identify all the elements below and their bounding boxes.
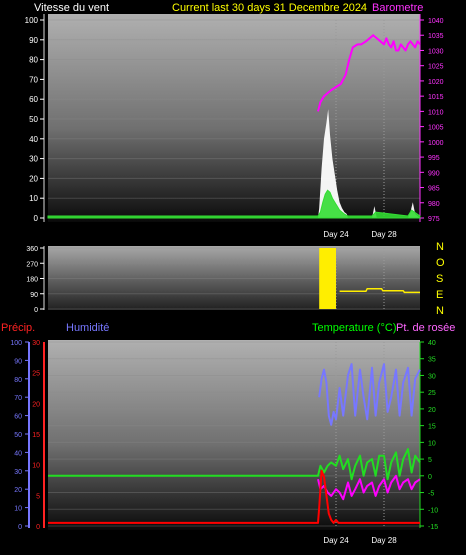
precip-tick-2: 10 (32, 463, 40, 470)
temperature-tick-10: 35 (428, 357, 436, 364)
humidity-tick-1: 10 (14, 506, 22, 513)
direction-tick-1: 90 (30, 292, 38, 299)
wind-tick-5: 50 (29, 115, 38, 124)
wind-tick-10: 100 (25, 16, 39, 25)
weather-chart: Vitesse du vent Current last 30 days 31 … (1, 2, 455, 545)
temperature-tick-4: 5 (428, 457, 432, 464)
humidity-tick-4: 40 (14, 450, 22, 457)
humidity-tick-0: 0 (18, 524, 22, 531)
pressure-tick-4: 995 (428, 155, 440, 162)
temperature-tick-0: -15 (428, 524, 438, 531)
humidity-tick-7: 70 (14, 395, 22, 402)
wind-tick-6: 60 (29, 95, 38, 104)
precip-tick-labels: 0 5 10 15 20 25 30 (32, 340, 40, 531)
direction-tick-labels: 0 90 180 270 360 (26, 246, 44, 314)
temperature-tick-labels: -15 -10 -5 0 5 10 15 20 25 30 35 40 (420, 340, 438, 531)
precip-tick-5: 25 (32, 371, 40, 378)
direction-letter-s: S (436, 273, 443, 285)
wind-tick-3: 30 (29, 155, 38, 164)
pressure-tick-labels: 975 980 985 990 995 1000 1005 1010 1015 1020 1025 1… (420, 18, 444, 223)
temperature-tick-8: 25 (428, 390, 436, 397)
temperature-tick-6: 15 (428, 424, 436, 431)
direction-letter-n-top: N (436, 241, 444, 253)
pressure-tick-1: 980 (428, 201, 440, 208)
wind-tick-7: 70 (29, 75, 38, 84)
wind-tick-2: 20 (29, 174, 38, 183)
p3-xtick-label-0: Day 24 (323, 536, 349, 545)
pressure-tick-12: 1035 (428, 33, 444, 40)
pressure-tick-8: 1015 (428, 94, 444, 101)
panel3-x-ticks: Day 24 Day 28 (323, 536, 397, 545)
pressure-tick-0: 975 (428, 216, 440, 223)
p3-xtick-label-1: Day 28 (371, 536, 397, 545)
pressure-tick-11: 1030 (428, 48, 444, 55)
direction-tick-4: 360 (26, 246, 38, 253)
p1-xtick-label-0: Day 24 (323, 230, 349, 239)
temperature-tick-11: 40 (428, 340, 436, 347)
precip-tick-6: 30 (32, 340, 40, 347)
wind-pressure-panel (48, 14, 420, 222)
pressure-tick-13: 1040 (428, 18, 444, 25)
humidity-axis-title: Humidité (66, 322, 109, 334)
wind-axis-title: Vitesse du vent (34, 2, 109, 14)
wind-tick-1: 10 (29, 194, 38, 203)
panel1-x-ticks: Day 24 Day 28 (323, 230, 397, 239)
humidity-tick-8: 80 (14, 377, 22, 384)
pressure-tick-7: 1010 (428, 109, 444, 116)
pressure-axis-title: Barometre (372, 2, 423, 14)
temperature-tick-9: 30 (428, 373, 436, 380)
dewpoint-axis-title: Pt. de rosée (396, 322, 455, 334)
humidity-tick-labels: 0 10 20 30 40 50 60 70 80 90 100 (10, 340, 29, 531)
wind-tick-labels: 0 10 20 30 40 50 60 70 80 90 100 (25, 16, 44, 223)
pressure-tick-10: 1025 (428, 64, 444, 71)
wind-direction-band (319, 248, 336, 309)
pressure-tick-9: 1020 (428, 79, 444, 86)
precip-axis-title: Précip. (1, 322, 35, 334)
humidity-tick-5: 50 (14, 432, 22, 439)
pressure-tick-3: 990 (428, 170, 440, 177)
wind-tick-0: 0 (34, 214, 39, 223)
temperature-axis-title: Temperature (°C) (312, 322, 396, 334)
humidity-tick-2: 20 (14, 487, 22, 494)
chart-title: Current last 30 days 31 Decembre 2024 (172, 2, 367, 14)
temperature-tick-7: 20 (428, 407, 436, 414)
humidity-tick-3: 30 (14, 469, 22, 476)
wind-tick-4: 40 (29, 135, 38, 144)
precip-tick-1: 5 (36, 493, 40, 500)
wind-tick-9: 90 (29, 36, 38, 45)
humidity-tick-9: 90 (14, 358, 22, 365)
direction-letter-n-bottom: N (436, 305, 444, 317)
direction-tick-3: 270 (26, 261, 38, 268)
temp-humidity-panel (48, 340, 420, 530)
direction-letters: N O S E N (436, 241, 445, 317)
direction-letter-e: E (436, 289, 443, 301)
pressure-tick-6: 1005 (428, 125, 444, 132)
p1-xtick-label-1: Day 28 (371, 230, 397, 239)
direction-letter-o: O (436, 257, 445, 269)
humidity-tick-6: 60 (14, 414, 22, 421)
temperature-tick-5: 10 (428, 440, 436, 447)
temperature-tick-1: -10 (428, 507, 438, 514)
humidity-tick-10: 100 (10, 340, 22, 347)
precip-tick-0: 0 (36, 524, 40, 531)
direction-tick-0: 0 (34, 307, 38, 314)
direction-tick-2: 180 (26, 277, 38, 284)
precip-tick-4: 20 (32, 401, 40, 408)
pressure-tick-2: 985 (428, 186, 440, 193)
pressure-tick-5: 1000 (428, 140, 444, 147)
temperature-tick-3: 0 (428, 474, 432, 481)
temperature-tick-2: -5 (428, 491, 434, 498)
wind-tick-8: 80 (29, 56, 38, 65)
precip-tick-3: 15 (32, 432, 40, 439)
